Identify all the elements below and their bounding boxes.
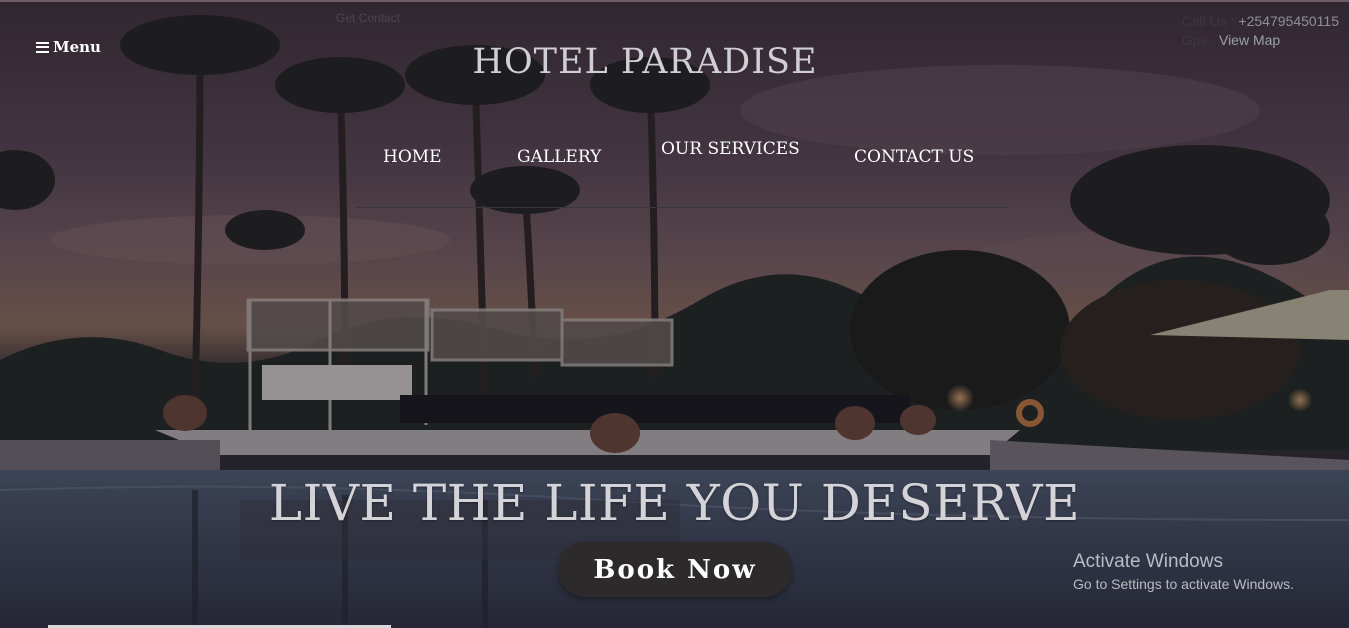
gps-line: Gps : View Map xyxy=(1182,31,1339,50)
book-now-button[interactable]: Book Now xyxy=(558,542,792,597)
nav-divider xyxy=(356,207,1006,208)
activate-title: Activate Windows xyxy=(1073,551,1223,572)
activate-windows-watermark: Activate Windows Go to Settings to activ… xyxy=(1073,551,1294,595)
contact-info: Call Us : +254795450115 Gps : View Map xyxy=(1182,12,1339,50)
nav-item-home[interactable]: HOME xyxy=(383,147,442,167)
site-title: HOTEL PARADISE xyxy=(472,42,818,82)
nav-item-contact-us[interactable]: CONTACT US xyxy=(854,147,974,167)
nav-item-gallery[interactable]: GALLERY xyxy=(517,147,601,167)
nav-item-our-services[interactable]: OUR SERVICES xyxy=(661,139,800,159)
gps-label: Gps : xyxy=(1181,32,1216,48)
hero-section xyxy=(0,0,1349,628)
ghost-text: Get Contact xyxy=(336,11,401,25)
hero-tagline: LIVE THE LIFE YOU DESERVE xyxy=(268,474,1081,532)
call-label: Call Us : xyxy=(1181,13,1235,29)
phone-number[interactable]: +254795450115 xyxy=(1238,13,1339,29)
view-map-link[interactable]: View Map xyxy=(1219,32,1280,48)
phone-line: Call Us : +254795450115 xyxy=(1182,12,1339,31)
activate-subtitle: Go to Settings to activate Windows. xyxy=(1073,576,1294,592)
top-border xyxy=(0,0,1349,2)
resort-pool-background xyxy=(0,0,1349,628)
